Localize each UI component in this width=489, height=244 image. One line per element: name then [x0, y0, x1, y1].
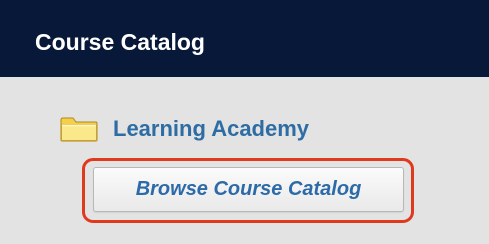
tree-item-learning-academy[interactable]: Learning Academy: [60, 114, 309, 144]
panel-title: Course Catalog: [35, 29, 205, 55]
folder-icon: [60, 117, 98, 142]
browse-course-catalog-button[interactable]: Browse Course Catalog: [93, 167, 404, 212]
tree-item-label: Learning Academy: [113, 116, 310, 141]
course-catalog-panel: Course Catalog Learning Academy Browse C…: [0, 0, 489, 244]
panel-header: Course Catalog: [0, 0, 489, 77]
